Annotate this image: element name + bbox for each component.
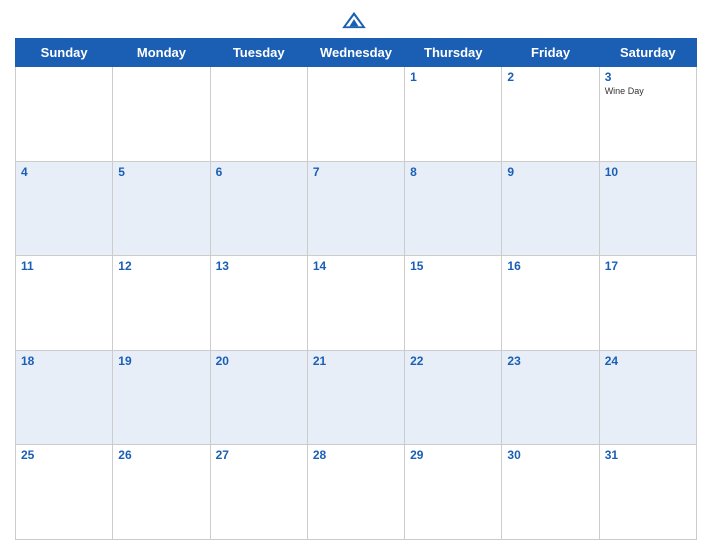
day-number: 23 [507,354,593,368]
day-number: 6 [216,165,302,179]
day-number: 22 [410,354,496,368]
calendar-container: SundayMondayTuesdayWednesdayThursdayFrid… [0,0,712,550]
day-number: 28 [313,448,399,462]
day-number: 26 [118,448,204,462]
day-number: 11 [21,259,107,273]
day-cell: 14 [307,256,404,351]
week-row-1: 123 Wine Day [16,67,697,162]
day-number: 30 [507,448,593,462]
day-cell: 24 [599,350,696,445]
weekday-header-friday: Friday [502,39,599,67]
day-cell: 15 [405,256,502,351]
event-label: Wine Day [605,86,691,96]
day-number: 5 [118,165,204,179]
calendar-header [15,10,697,30]
day-cell: 16 [502,256,599,351]
day-cell: 8 [405,161,502,256]
day-cell: 2 [502,67,599,162]
day-number: 15 [410,259,496,273]
day-number: 4 [21,165,107,179]
week-row-5: 25 26 27 28 29 30 31 [16,445,697,540]
day-number: 29 [410,448,496,462]
day-cell: 5 [113,161,210,256]
day-cell: 22 [405,350,502,445]
day-cell: 9 [502,161,599,256]
week-row-3: 11 12 13 14 15 16 17 [16,256,697,351]
day-cell: 20 [210,350,307,445]
day-number: 16 [507,259,593,273]
weekday-header-wednesday: Wednesday [307,39,404,67]
day-number: 18 [21,354,107,368]
day-number: 7 [313,165,399,179]
day-number: 27 [216,448,302,462]
day-cell: 30 [502,445,599,540]
week-row-4: 18 19 20 21 22 23 24 [16,350,697,445]
day-number: 3 [605,70,691,84]
calendar-table: SundayMondayTuesdayWednesdayThursdayFrid… [15,38,697,540]
day-number: 19 [118,354,204,368]
day-cell: 1 [405,67,502,162]
day-cell: 26 [113,445,210,540]
day-number: 31 [605,448,691,462]
day-cell: 17 [599,256,696,351]
day-cell: 29 [405,445,502,540]
weekday-header-monday: Monday [113,39,210,67]
day-cell: 19 [113,350,210,445]
day-cell [210,67,307,162]
day-number: 8 [410,165,496,179]
day-cell: 21 [307,350,404,445]
day-number: 24 [605,354,691,368]
day-cell: 6 [210,161,307,256]
day-cell: 18 [16,350,113,445]
day-cell: 11 [16,256,113,351]
day-number: 21 [313,354,399,368]
day-cell: 7 [307,161,404,256]
weekday-header-tuesday: Tuesday [210,39,307,67]
day-cell: 27 [210,445,307,540]
week-row-2: 456789 10 [16,161,697,256]
weekday-header-saturday: Saturday [599,39,696,67]
weekday-header-sunday: Sunday [16,39,113,67]
day-number: 13 [216,259,302,273]
day-cell [113,67,210,162]
day-cell: 23 [502,350,599,445]
day-number: 1 [410,70,496,84]
logo-icon [340,10,368,30]
day-number: 10 [605,165,691,179]
day-cell: 10 [599,161,696,256]
day-cell: 31 [599,445,696,540]
logo [340,10,372,30]
day-cell: 3 Wine Day [599,67,696,162]
day-number: 20 [216,354,302,368]
day-cell: 12 [113,256,210,351]
weekday-header-thursday: Thursday [405,39,502,67]
day-number: 9 [507,165,593,179]
day-cell: 4 [16,161,113,256]
day-number: 17 [605,259,691,273]
day-cell [16,67,113,162]
day-cell [307,67,404,162]
day-cell: 28 [307,445,404,540]
day-cell: 25 [16,445,113,540]
day-cell: 13 [210,256,307,351]
day-number: 25 [21,448,107,462]
day-number: 2 [507,70,593,84]
weekday-header-row: SundayMondayTuesdayWednesdayThursdayFrid… [16,39,697,67]
day-number: 14 [313,259,399,273]
day-number: 12 [118,259,204,273]
